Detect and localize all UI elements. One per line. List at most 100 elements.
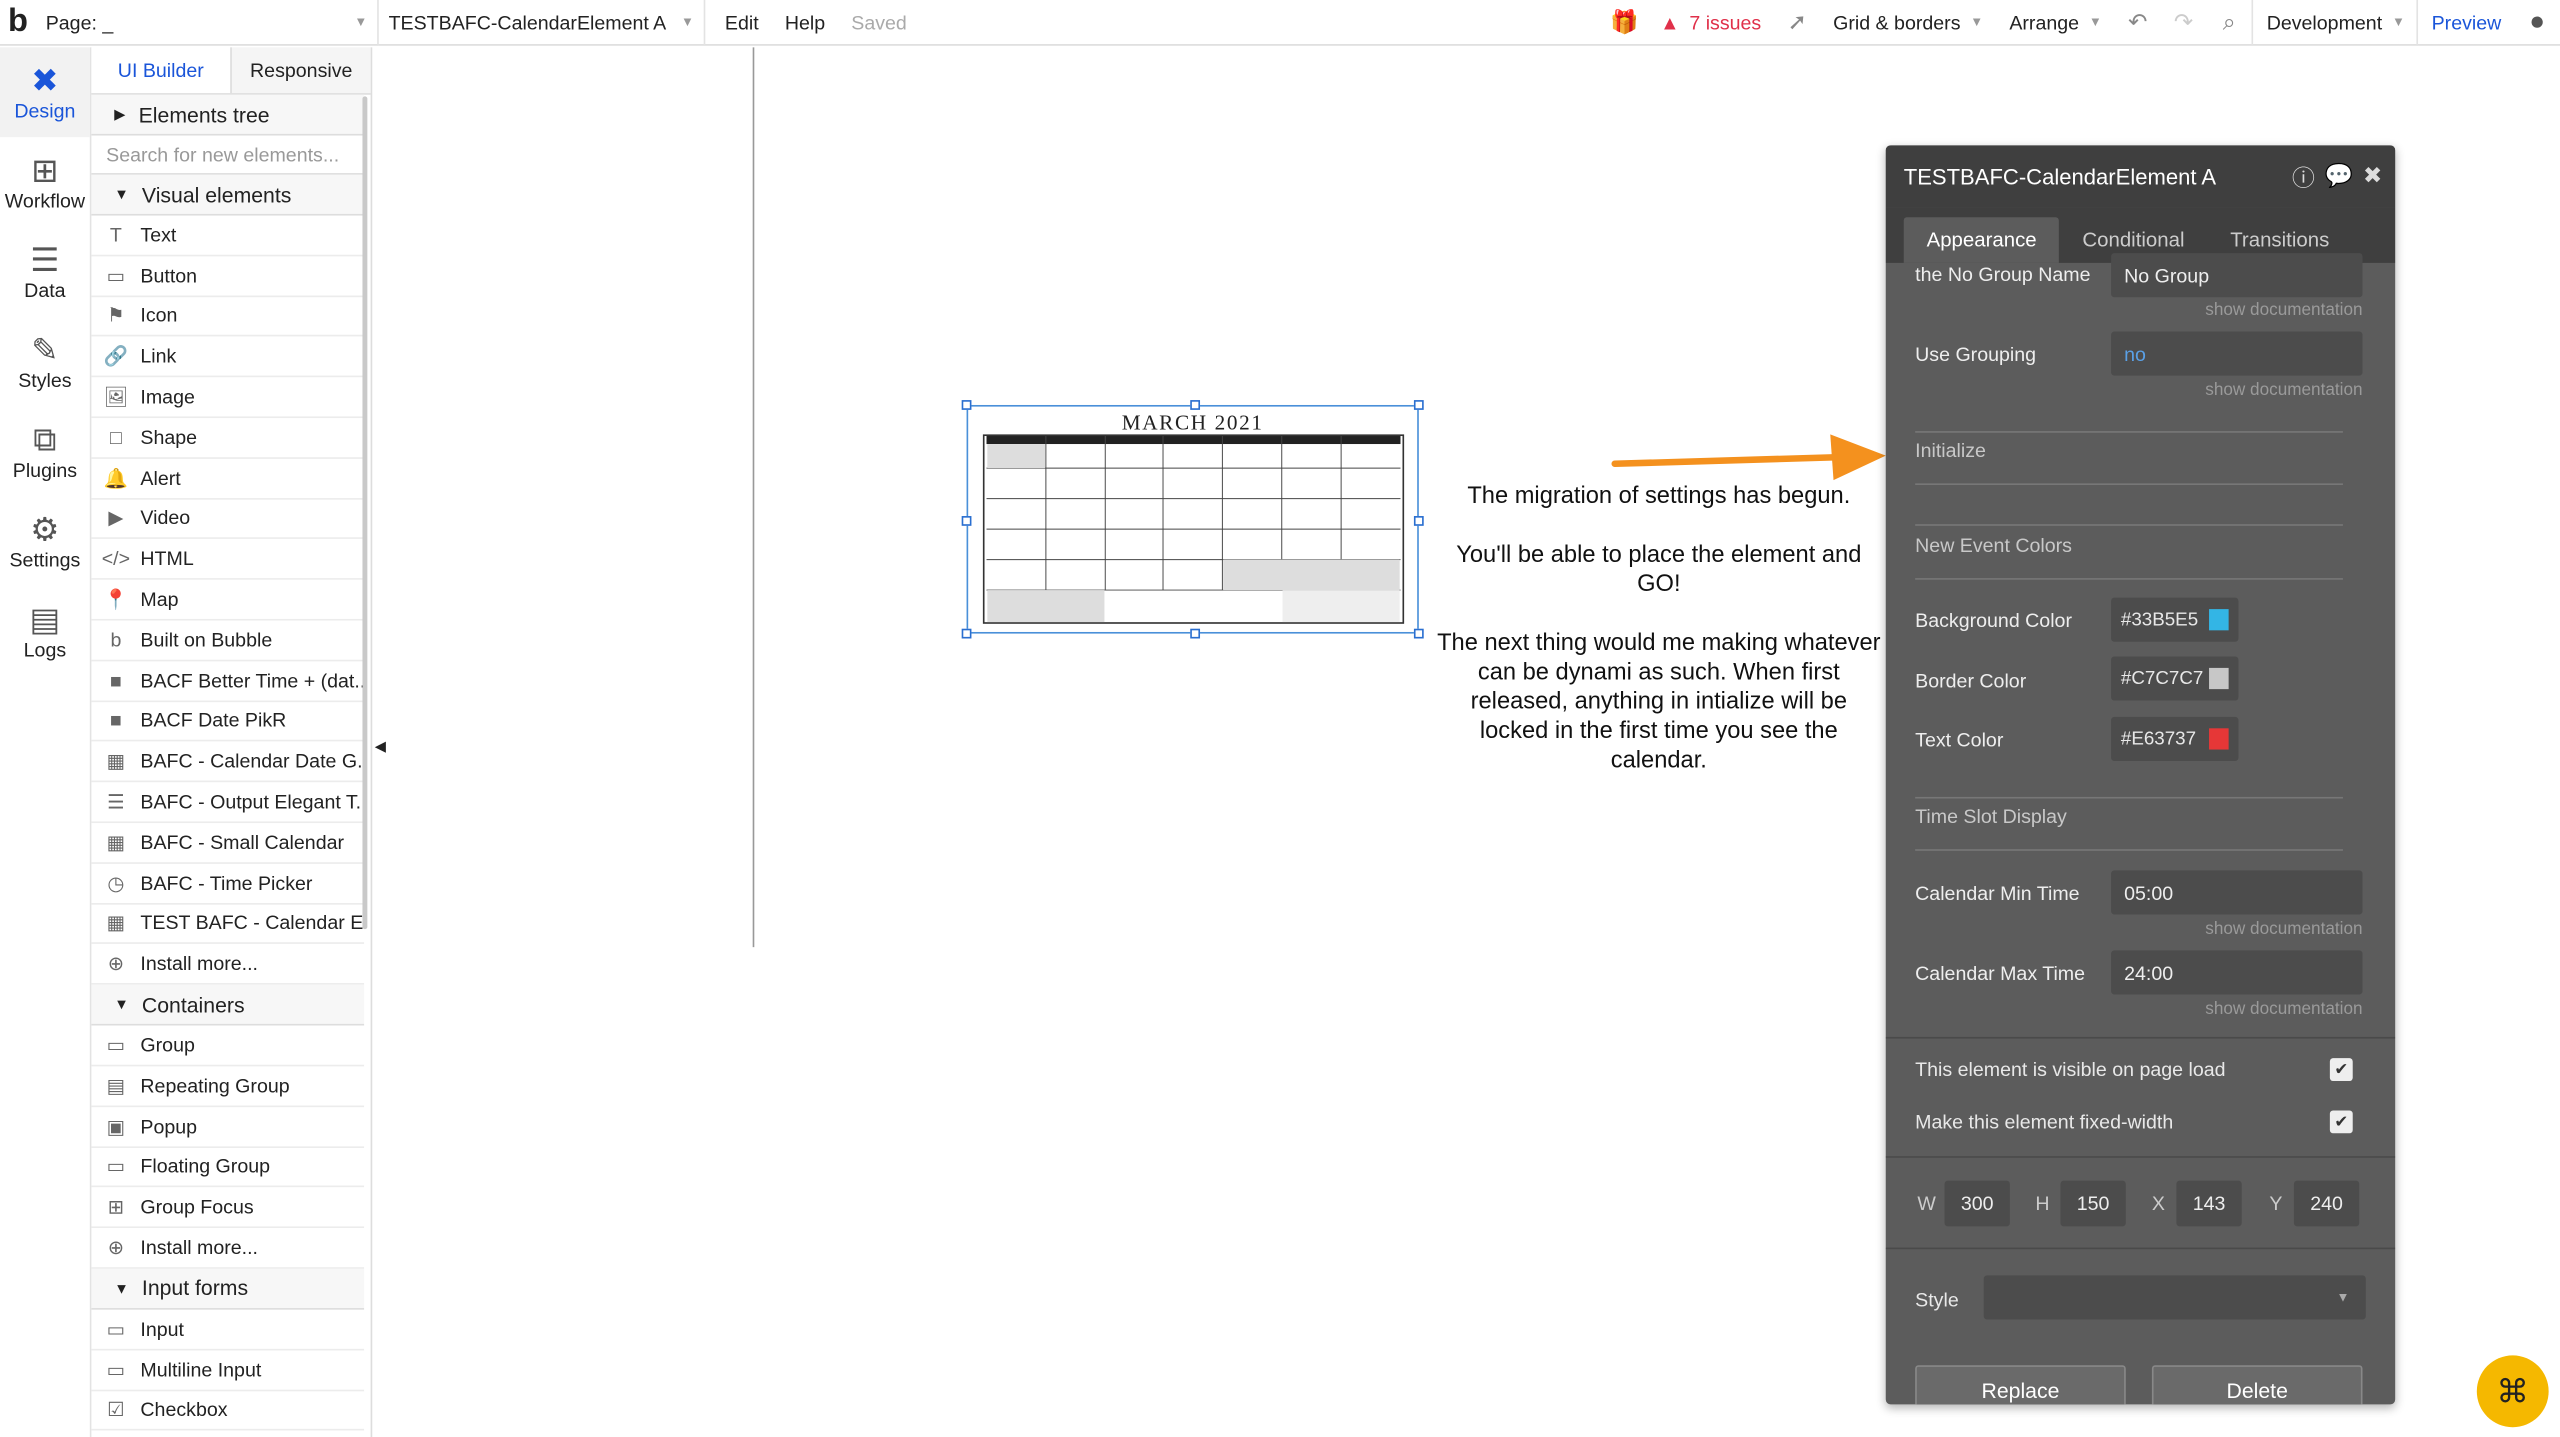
element-type-icon: ⊕	[107, 1236, 125, 1260]
border-color-picker[interactable]: #C7C7C7	[2111, 656, 2239, 701]
delete-button[interactable]: Delete	[2151, 1365, 2363, 1405]
containers-header[interactable]: ▼ Containers	[91, 984, 365, 1026]
y-input[interactable]: 240	[2293, 1180, 2360, 1227]
element-item[interactable]: 🖼 Image	[91, 378, 365, 419]
resize-handle[interactable]	[1413, 516, 1424, 526]
element-item[interactable]: ▭ Button	[91, 256, 365, 297]
nav-styles[interactable]: ✎ Styles	[0, 317, 90, 407]
element-item[interactable]: ▭ Multiline Input	[91, 1350, 365, 1391]
close-icon[interactable]: ✖	[2363, 162, 2382, 195]
preview-button[interactable]: Preview	[2419, 0, 2515, 45]
show-documentation-link[interactable]: show documentation	[2205, 999, 2362, 1019]
search-icon[interactable]: ⌕	[2206, 0, 2252, 45]
background-color-picker[interactable]: #33B5E5	[2111, 597, 2239, 642]
tab-responsive[interactable]: Responsive	[230, 47, 371, 94]
user-avatar-icon[interactable]: ●	[2514, 0, 2560, 45]
resize-handle[interactable]	[961, 628, 972, 639]
pointer-icon[interactable]: ➚	[1774, 0, 1820, 45]
nav-workflow[interactable]: ⊞ Workflow	[0, 137, 90, 227]
text-color-picker[interactable]: #E63737	[2111, 716, 2239, 761]
calendar-element[interactable]: MARCH 2021	[961, 400, 1424, 639]
menu-edit[interactable]: Edit	[705, 0, 771, 45]
element-item[interactable]: ⚑ Icon	[91, 297, 365, 338]
x-input[interactable]: 143	[2176, 1180, 2242, 1227]
element-item[interactable]: ■ BACF Date PikR	[91, 701, 365, 742]
chevron-down-icon: ▼	[2088, 14, 2102, 30]
nav-plugins[interactable]: ⧉ Plugins	[0, 407, 90, 497]
max-time-field[interactable]: 24:00	[2111, 950, 2363, 995]
element-item[interactable]: ◷ BAFC - Time Picker	[91, 863, 365, 904]
tab-appearance[interactable]: Appearance	[1903, 217, 2060, 263]
element-item[interactable]: 📍 Map	[91, 580, 365, 621]
nav-design[interactable]: ✖ Design	[0, 47, 90, 138]
element-item[interactable]: ⊕ Install more...	[91, 944, 365, 985]
elements-tree-toggle[interactable]: ▶ Elements tree	[91, 94, 365, 136]
style-dropdown[interactable]: ▼	[1983, 1275, 2366, 1320]
group-name-field[interactable]: No Group	[2111, 253, 2363, 298]
show-documentation-link[interactable]: show documentation	[2205, 919, 2362, 939]
element-item[interactable]: ▶ Video	[91, 499, 365, 540]
menu-help[interactable]: Help	[772, 0, 838, 45]
issues-button[interactable]: ▲ 7 issues	[1647, 0, 1774, 45]
environment-selector[interactable]: Development ▼	[2252, 0, 2419, 45]
element-item[interactable]: ☑ Checkbox	[91, 1391, 365, 1432]
element-item[interactable]: ▭ Input	[91, 1310, 365, 1351]
element-item[interactable]: ⊞ Group Focus	[91, 1188, 365, 1229]
nav-settings[interactable]: ⚙ Settings	[0, 496, 90, 586]
element-item[interactable]: </> HTML	[91, 540, 365, 580]
chevron-down-icon: ▼	[680, 14, 694, 30]
undo-icon[interactable]: ↶	[2115, 0, 2161, 45]
element-item-label: Input	[140, 1317, 185, 1341]
width-input[interactable]: 300	[1944, 1180, 2010, 1227]
panel-scrollbar[interactable]	[362, 96, 368, 930]
resize-handle[interactable]	[961, 400, 972, 410]
element-item[interactable]: ▤ Repeating Group	[91, 1066, 365, 1107]
resize-handle[interactable]	[1190, 628, 1201, 639]
use-grouping-field[interactable]: no	[2111, 331, 2363, 376]
tab-ui-builder[interactable]: UI Builder	[91, 47, 231, 94]
element-item[interactable]: ▦ BAFC - Small Calendar	[91, 823, 365, 864]
element-item[interactable]: ☰ BAFC - Output Elegant T...	[91, 782, 365, 823]
nav-logs[interactable]: ▤ Logs	[0, 586, 90, 676]
element-item[interactable]: ⊕ Install more...	[91, 1228, 365, 1269]
fixed-width-checkbox[interactable]: ✔	[2329, 1110, 2353, 1134]
visual-elements-header[interactable]: ▼ Visual elements	[91, 174, 365, 216]
show-documentation-link[interactable]: show documentation	[2205, 380, 2362, 400]
collapse-panel-arrow-icon[interactable]: ◀	[372, 727, 388, 766]
redo-icon[interactable]: ↷	[2161, 0, 2207, 45]
show-documentation-link[interactable]: show documentation	[2205, 300, 2362, 320]
resize-handle[interactable]	[1190, 400, 1201, 410]
input-forms-header[interactable]: ▼ Input forms	[91, 1268, 365, 1310]
property-editor-header[interactable]: TESTBAFC-CalendarElement A ⓘ 💬 ✖	[1885, 145, 2396, 208]
element-item[interactable]: ▭ Floating Group	[91, 1147, 365, 1188]
element-selector[interactable]: TESTBAFC-CalendarElement A ▼	[379, 0, 706, 45]
element-item[interactable]: T Text	[91, 216, 365, 257]
replace-button[interactable]: Replace	[1915, 1365, 2126, 1405]
nav-data[interactable]: ☰ Data	[0, 227, 90, 317]
element-item[interactable]: b Built on Bubble	[91, 620, 365, 661]
bubble-logo-icon[interactable]: b	[0, 0, 36, 45]
resize-handle[interactable]	[961, 516, 972, 526]
page-selector[interactable]: Page: _ ▼	[36, 0, 379, 45]
help-widget-button[interactable]: ⌘	[2476, 1355, 2549, 1428]
arrange-menu[interactable]: Arrange ▼	[1996, 0, 2115, 45]
element-item[interactable]: ▦ BAFC - Calendar Date G...	[91, 742, 365, 783]
element-item[interactable]: ▭ Group	[91, 1026, 365, 1067]
gift-icon[interactable]: 🎁	[1601, 0, 1647, 45]
element-item[interactable]: ▦ TEST BAFC - Calendar El...	[91, 904, 365, 945]
element-item[interactable]: 🔗 Link	[91, 337, 365, 378]
element-item[interactable]: □ Shape	[91, 418, 365, 459]
resize-handle[interactable]	[1413, 628, 1424, 639]
element-item[interactable]: ■ BACF Better Time + (dat...	[91, 661, 365, 702]
text-color-label: Text Color	[1915, 728, 2004, 752]
element-item[interactable]: ▣ Popup	[91, 1107, 365, 1148]
comment-icon[interactable]: 💬	[2325, 162, 2353, 195]
min-time-field[interactable]: 05:00	[2111, 870, 2363, 915]
height-input[interactable]: 150	[2060, 1180, 2126, 1227]
visible-on-load-checkbox[interactable]: ✔	[2329, 1058, 2353, 1082]
info-icon[interactable]: ⓘ	[2292, 162, 2315, 195]
element-item[interactable]: 🔔 Alert	[91, 459, 365, 500]
resize-handle[interactable]	[1413, 400, 1424, 410]
grid-borders-menu[interactable]: Grid & borders ▼	[1820, 0, 1996, 45]
element-search-input[interactable]: Search for new elements...	[91, 136, 365, 175]
